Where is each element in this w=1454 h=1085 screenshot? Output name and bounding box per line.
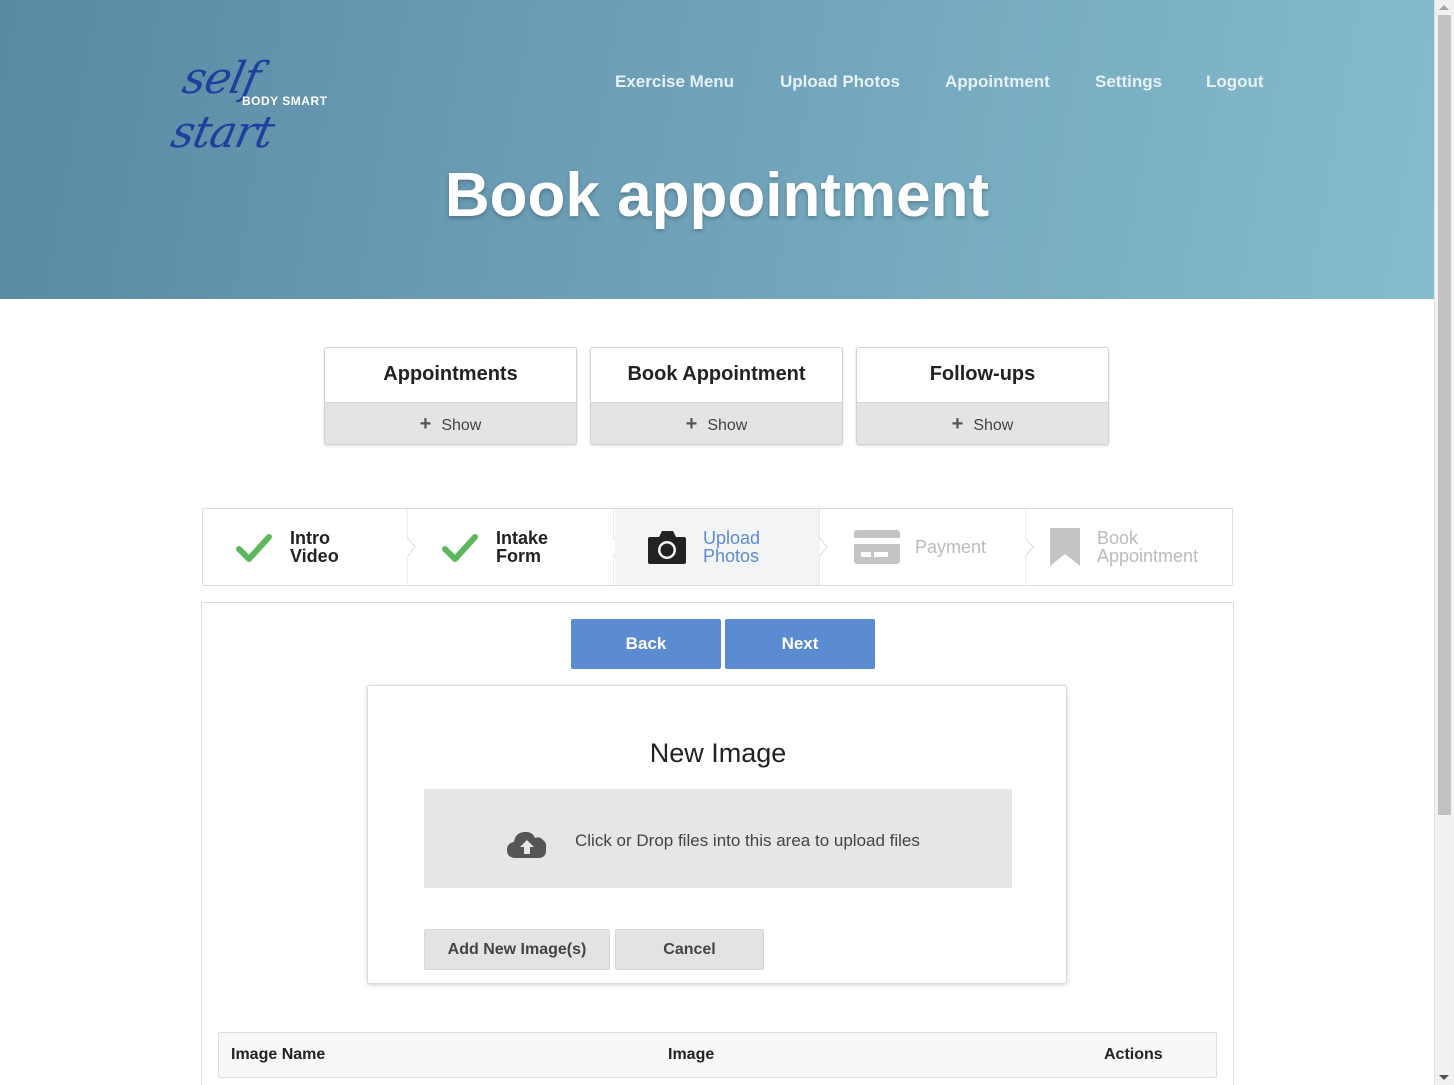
nav-appointment[interactable]: Appointment	[945, 72, 1050, 92]
bookmark-icon	[1050, 528, 1080, 566]
check-icon	[236, 534, 272, 562]
step-label: Intro Video	[290, 528, 339, 566]
step-intake-form[interactable]: Intake Form	[409, 509, 614, 585]
card-appointments: Appointments + Show	[324, 347, 577, 445]
show-label: Show	[707, 417, 748, 434]
dropzone-text: Click or Drop files into this area to up…	[575, 831, 920, 850]
step-upload-photos[interactable]: Upload Photos	[615, 509, 820, 585]
camera-icon	[648, 531, 686, 564]
nav-logout[interactable]: Logout	[1206, 72, 1264, 92]
add-new-images-button[interactable]: Add New Image(s)	[424, 929, 610, 970]
page: self start BODY SMART Exercise Menu Uplo…	[0, 0, 1434, 1085]
card-follow-ups: Follow-ups + Show	[856, 347, 1109, 445]
card-show-toggle[interactable]: + Show	[591, 402, 842, 444]
show-label: Show	[973, 417, 1014, 434]
logo-subtitle: BODY SMART	[242, 94, 328, 108]
back-button[interactable]: Back	[571, 619, 721, 669]
step-label: Book Appointment	[1097, 528, 1199, 566]
card-title: Appointments	[383, 363, 518, 385]
card-title: Book Appointment	[627, 363, 806, 385]
check-icon	[442, 534, 478, 562]
page-title: Book appointment	[444, 161, 990, 230]
modal-title: New Image	[649, 738, 787, 768]
file-dropzone[interactable]: Click or Drop files into this area to up…	[424, 789, 1012, 888]
next-button[interactable]: Next	[725, 619, 875, 669]
images-table-header: Image Name Image Actions	[218, 1032, 1217, 1078]
nav-exercise-menu[interactable]: Exercise Menu	[615, 72, 734, 92]
nav-settings[interactable]: Settings	[1095, 72, 1162, 92]
show-label: Show	[441, 417, 482, 434]
plus-icon: +	[951, 413, 964, 435]
main-nav: Exercise Menu Upload Photos Appointment …	[0, 72, 1434, 92]
card-show-toggle[interactable]: + Show	[325, 402, 576, 444]
hero-header: self start BODY SMART Exercise Menu Uplo…	[0, 0, 1434, 299]
cancel-button[interactable]: Cancel	[615, 929, 764, 970]
step-label: Intake Form	[496, 528, 549, 566]
cloud-upload-icon	[507, 831, 547, 858]
scroll-down-arrow-icon[interactable]	[1439, 1075, 1449, 1080]
step-intro-video[interactable]: Intro Video	[203, 509, 408, 585]
step-label: Upload Photos	[703, 528, 761, 566]
plus-icon: +	[685, 413, 698, 435]
new-image-modal: New Image Click or Drop files into this …	[367, 685, 1067, 984]
vertical-scrollbar[interactable]	[1434, 0, 1454, 1085]
card-title: Follow-ups	[929, 363, 1036, 385]
column-header-image: Image	[668, 1046, 715, 1063]
step-book-appointment: Book Appointment	[1027, 509, 1232, 585]
scrollbar-thumb[interactable]	[1438, 15, 1451, 815]
card-show-toggle[interactable]: + Show	[857, 402, 1108, 444]
progress-stepper: Intro Video Intake Form Upload Photos Pa…	[202, 508, 1233, 586]
scroll-up-arrow-icon[interactable]	[1439, 5, 1449, 10]
step-payment: Payment	[821, 509, 1026, 585]
column-header-actions: Actions	[1104, 1046, 1163, 1063]
step-label: Payment	[915, 537, 987, 557]
card-book-appointment: Book Appointment + Show	[590, 347, 843, 445]
credit-card-icon	[854, 530, 900, 564]
nav-upload-photos[interactable]: Upload Photos	[780, 72, 900, 92]
column-header-image-name: Image Name	[231, 1046, 326, 1063]
plus-icon: +	[419, 413, 432, 435]
